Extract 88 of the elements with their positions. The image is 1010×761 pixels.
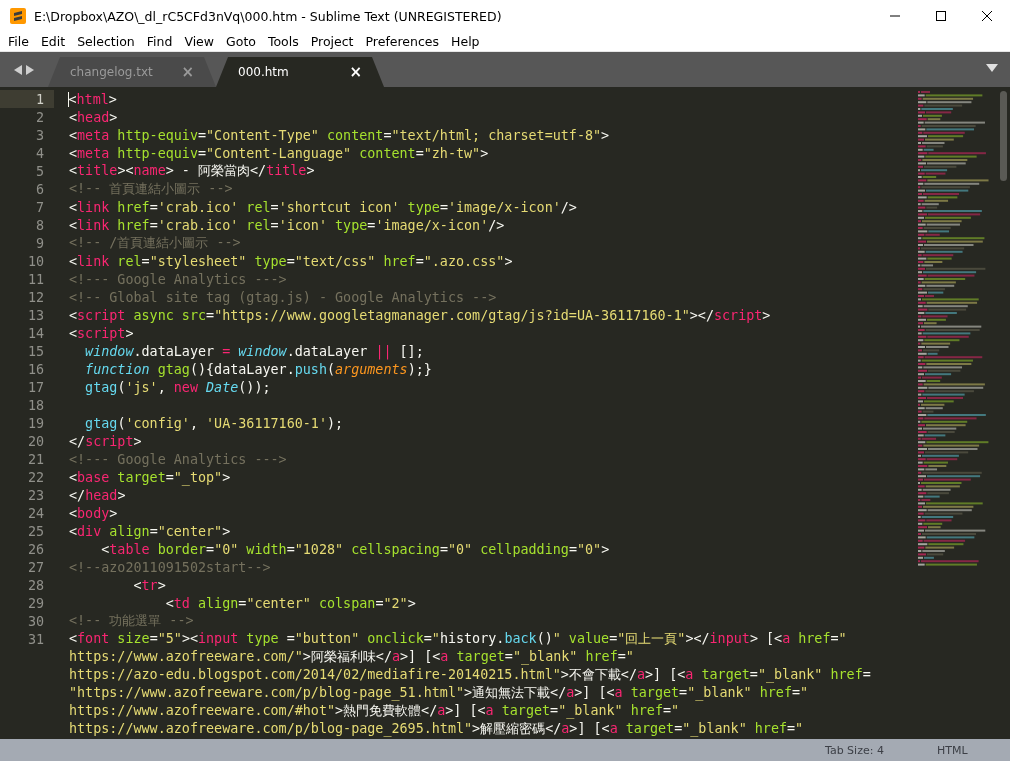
menu-item[interactable]: Edit <box>34 34 72 49</box>
code-line: <head> <box>69 109 118 125</box>
line-number: 17 <box>27 379 44 395</box>
file-tab[interactable]: 000.htm × <box>216 57 384 87</box>
line-number: 9 <box>35 235 44 251</box>
code-line: <!-- /首頁連結小圖示 --> <box>69 234 241 252</box>
line-number: 22 <box>27 469 44 485</box>
tab-size-indicator[interactable]: Tab Size: 4 <box>825 743 937 757</box>
code-line: <!--azo2011091502start--> <box>69 559 271 575</box>
menu-item[interactable]: Find <box>140 34 179 49</box>
right-arrow-icon[interactable] <box>26 64 34 75</box>
code-line: </head> <box>69 487 126 503</box>
code-line: https://www.azofreeware.com/#hot">熱門免費軟體</a>] [<a target="_blank" href=" <box>69 702 680 720</box>
line-number: 10 <box>27 253 44 269</box>
code-line: <font size="5"><input type ="button" onclick="history.back()" value="回上一頁"></input> [<a href=" <box>69 630 847 648</box>
menu-item[interactable]: Preferences <box>359 34 446 49</box>
code-line: <!-- 首頁連結小圖示 --> <box>69 180 233 198</box>
window-title: E:\Dropbox\AZO\_dl_rC5CFd3nVq\000.htm - Sublime Text (UNREGISTERED) <box>34 8 503 24</box>
code-line: <script> <box>69 325 134 341</box>
code-line: https://azo-edu.blogspot.com/2014/02/mediafire-20140215.html">不會下載</a>] [<a target="_blank" href= <box>69 666 871 684</box>
line-number: 30 <box>27 613 44 629</box>
code-line: <script async src="https://www.googletagmanager.com/gtag/js?id=UA-36117160-1"></script> <box>69 307 771 323</box>
code-line: <link href='crab.ico' rel='shortcut icon' type='image/x-icon'/> <box>69 199 577 215</box>
code-line: <title><name> - 阿榮當肉</title> <box>69 162 315 180</box>
line-number: 20 <box>27 433 44 449</box>
scrollbar-thumb[interactable] <box>999 91 1007 181</box>
maximize-icon <box>936 11 946 21</box>
line-number: 24 <box>27 505 44 521</box>
code-line: window.dataLayer = window.dataLayer || []; <box>84 343 424 359</box>
code-line: <link rel="stylesheet" type="text/css" href=".azo.css"> <box>69 253 513 269</box>
line-number: 3 <box>35 127 44 143</box>
code-line: <!-- 功能選單 --> <box>69 612 194 630</box>
code-line: <!-- Global site tag (gtag.js) - Google Analytics --> <box>69 289 497 305</box>
line-number: 23 <box>27 487 44 503</box>
code-line: </script> <box>69 433 142 449</box>
close-icon <box>982 11 992 21</box>
code-line: <div align="center"> <box>69 523 231 539</box>
code-line: function gtag(){dataLayer.push(arguments);} <box>84 361 432 377</box>
line-number: 27 <box>27 559 44 575</box>
line-number: 13 <box>27 307 44 323</box>
line-number: 7 <box>35 199 44 215</box>
code-line: <!--- Google Analytics ---> <box>69 271 287 287</box>
code-line: <html> <box>67 91 117 107</box>
line-number: 4 <box>35 145 44 161</box>
line-number: 16 <box>27 361 44 377</box>
line-number: 31 <box>27 631 44 647</box>
code-line: <base target="_top"> <box>69 469 231 485</box>
line-number: 1 <box>35 91 44 107</box>
line-number: 12 <box>27 289 44 305</box>
code-line: https://www.azofreeware.com/p/blog-page_2695.html">解壓縮密碼</a>] [<a target="_blank" href=" <box>69 720 804 738</box>
code-line: gtag('config', 'UA-36117160-1'); <box>84 415 344 431</box>
line-number: 2 <box>35 109 44 125</box>
code-line: <body> <box>69 505 118 521</box>
line-number: 29 <box>27 595 44 611</box>
code-line: <!--- Google Analytics ---> <box>69 451 287 467</box>
code-line: https://www.azofreeware.com/">阿榮福利味</a>] [<a target="_blank" href=" <box>69 648 634 666</box>
code-line: <link href='crab.ico' rel='icon' type='image/x-icon'/> <box>69 217 505 233</box>
code-line: <table border="0" width="1028" cellspacing="0" cellpadding="0"> <box>100 541 610 557</box>
menu-item[interactable]: Tools <box>261 34 305 49</box>
menu-item[interactable]: Project <box>304 34 360 49</box>
line-number: 14 <box>27 325 44 341</box>
app-icon <box>10 8 26 24</box>
left-arrow-icon[interactable] <box>14 64 22 75</box>
syntax-indicator[interactable]: HTML <box>937 743 1010 757</box>
code-line: <meta http-equiv="Content-Language" content="zh-tw"> <box>69 145 489 161</box>
line-number: 15 <box>27 343 44 359</box>
line-number: 11 <box>27 271 44 287</box>
menu-item[interactable]: File <box>2 34 35 49</box>
code-line: <meta http-equiv="Content-Type" content="text/html; charset=utf-8"> <box>69 127 610 143</box>
line-number: 5 <box>35 163 44 179</box>
menu-item[interactable]: Goto <box>220 34 262 49</box>
line-number: 25 <box>27 523 44 539</box>
code-line: gtag('js', new Date()); <box>84 379 271 395</box>
line-number: 18 <box>27 397 44 413</box>
menu-item[interactable]: Help <box>445 34 486 49</box>
line-number: 21 <box>27 451 44 467</box>
code-line: "https://www.azofreeware.com/p/blog-page_51.html">通知無法下載</a>] [<a target="_blank" href=" <box>69 684 809 702</box>
dropdown-icon[interactable] <box>986 64 998 72</box>
menu-item[interactable]: Selection <box>71 34 141 49</box>
line-number: 6 <box>35 181 44 197</box>
code-line: <tr> <box>132 577 166 593</box>
line-number: 8 <box>35 217 44 233</box>
code-line: <td align="center" colspan="2"> <box>164 595 416 611</box>
line-number: 28 <box>27 577 44 593</box>
line-number: 26 <box>27 541 44 557</box>
menu-item[interactable]: View <box>178 34 221 49</box>
close-tab-button[interactable]: × <box>349 63 362 81</box>
line-number: 19 <box>27 415 44 431</box>
